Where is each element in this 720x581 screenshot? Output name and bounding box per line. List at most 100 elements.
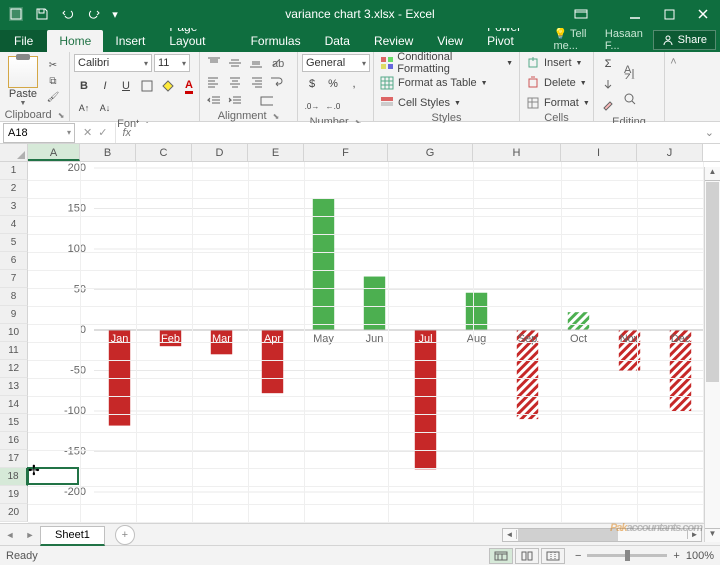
insert-cells-button[interactable]: Insert ▼ [524,54,584,72]
tell-me[interactable]: 💡 Tell me... [553,27,598,52]
save-button[interactable] [30,2,54,26]
maximize-button[interactable] [652,0,686,28]
copy-button[interactable]: ⧉ [44,74,62,90]
row-header-11[interactable]: 11 [0,342,28,360]
column-header-A[interactable]: A [28,144,80,161]
redo-button[interactable] [82,2,106,26]
column-header-G[interactable]: G [388,144,473,161]
sheet-nav-prev[interactable]: ◄ [0,530,20,540]
row-header-5[interactable]: 5 [0,234,28,252]
row-header-20[interactable]: 20 [0,504,28,522]
collapse-ribbon-button[interactable]: ˄ [664,52,682,121]
clipboard-launcher[interactable]: ⬊ [58,111,65,120]
row-header-17[interactable]: 17 [0,450,28,468]
undo-button[interactable] [56,2,80,26]
merge-center-button[interactable] [246,92,286,110]
find-select-button[interactable] [620,86,640,112]
align-bottom-button[interactable] [246,54,266,72]
cut-button[interactable]: ✂ [44,58,62,74]
conditional-formatting-button[interactable]: Conditional Formatting ▼ [378,54,515,72]
font-color-button[interactable]: A [179,76,199,96]
tab-view[interactable]: View [425,30,475,52]
align-center-button[interactable] [225,73,245,91]
row-header-13[interactable]: 13 [0,378,28,396]
expand-formula-bar-button[interactable]: ⌄ [699,126,720,139]
comma-button[interactable]: , [344,74,364,94]
italic-button[interactable]: I [95,76,115,96]
cell-styles-button[interactable]: Cell Styles ▼ [378,94,463,112]
align-top-button[interactable] [204,54,224,72]
format-painter-button[interactable]: 🖌 [44,90,62,106]
tab-review[interactable]: Review [362,30,425,52]
percent-button[interactable]: % [323,74,343,94]
align-left-button[interactable] [204,73,224,91]
close-button[interactable] [686,0,720,28]
column-header-I[interactable]: I [561,144,637,161]
page-layout-view-button[interactable] [515,548,539,564]
autosum-button[interactable]: Σ [598,54,618,74]
format-as-table-button[interactable]: Format as Table ▼ [378,74,490,92]
column-header-D[interactable]: D [192,144,248,161]
border-button[interactable] [137,76,157,96]
row-header-19[interactable]: 19 [0,486,28,504]
orientation-button[interactable]: ab [267,54,287,72]
row-header-18[interactable]: 18 [0,468,28,486]
increase-decimal-button[interactable]: .0→ [302,96,322,116]
column-header-B[interactable]: B [80,144,136,161]
sheet-nav-next[interactable]: ► [20,530,40,540]
column-header-C[interactable]: C [136,144,192,161]
zoom-level[interactable]: 100% [686,550,714,562]
fill-button[interactable] [598,75,618,95]
user-label[interactable]: Hasaan F... [605,28,647,52]
decrease-font-button[interactable]: A↓ [95,98,115,118]
cells-area[interactable]: -200-150-100-50050100150200JanFebMarAprM… [28,162,720,522]
ribbon-options-button[interactable] [564,0,598,28]
row-header-10[interactable]: 10 [0,324,28,342]
tab-insert[interactable]: Insert [103,30,157,52]
row-header-16[interactable]: 16 [0,432,28,450]
row-header-6[interactable]: 6 [0,252,28,270]
row-header-12[interactable]: 12 [0,360,28,378]
row-header-9[interactable]: 9 [0,306,28,324]
share-button[interactable]: Share [653,30,716,50]
tab-data[interactable]: Data [313,30,362,52]
cancel-formula-button[interactable]: ✕ [83,126,92,139]
alignment-launcher[interactable]: ⬊ [273,112,280,121]
tab-home[interactable]: Home [47,30,103,52]
accept-formula-button[interactable]: ✓ [98,126,107,139]
align-middle-button[interactable] [225,54,245,72]
bold-button[interactable]: B [74,76,94,96]
row-header-2[interactable]: 2 [0,180,28,198]
sort-filter-button[interactable]: AZ [620,59,640,85]
sheet-tab-sheet1[interactable]: Sheet1 [40,526,105,546]
underline-button[interactable]: U [116,76,136,96]
zoom-in-button[interactable]: + [673,550,679,562]
row-header-14[interactable]: 14 [0,396,28,414]
row-header-4[interactable]: 4 [0,216,28,234]
column-header-H[interactable]: H [473,144,561,161]
zoom-out-button[interactable]: − [575,550,581,562]
number-format-combo[interactable]: General [302,54,370,72]
minimize-button[interactable] [618,0,652,28]
font-name-combo[interactable]: Calibri [74,54,152,72]
wrap-text-button[interactable] [267,73,287,91]
add-sheet-button[interactable]: + [115,525,135,545]
decrease-indent-button[interactable] [204,92,224,110]
select-all-corner[interactable] [0,144,28,161]
paste-button[interactable]: Paste ▼ [4,54,42,109]
vertical-scrollbar[interactable]: ▲ ▼ [704,167,720,542]
zoom-slider[interactable] [587,554,667,557]
row-header-3[interactable]: 3 [0,198,28,216]
increase-font-button[interactable]: A↑ [74,98,94,118]
tab-file[interactable]: File [0,30,47,52]
customize-qat-button[interactable]: ▾ [108,2,122,26]
clear-button[interactable] [598,96,618,116]
row-header-7[interactable]: 7 [0,270,28,288]
normal-view-button[interactable] [489,548,513,564]
page-break-view-button[interactable] [541,548,565,564]
format-cells-button[interactable]: Format ▼ [524,94,592,112]
name-box[interactable]: A18 [3,123,75,143]
row-header-8[interactable]: 8 [0,288,28,306]
column-header-J[interactable]: J [637,144,703,161]
decrease-decimal-button[interactable]: ←.0 [323,96,343,116]
